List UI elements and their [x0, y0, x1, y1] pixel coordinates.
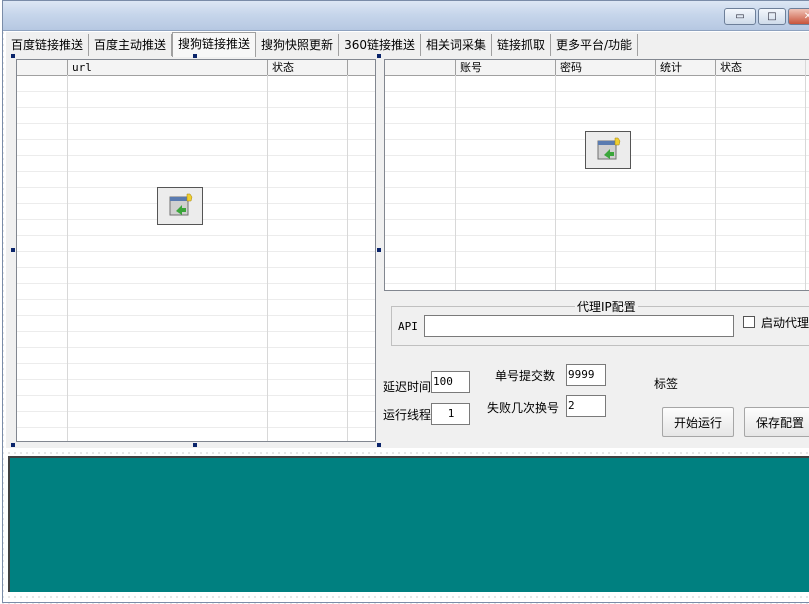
account-col-password[interactable]: 密码	[555, 60, 655, 75]
url-col-url[interactable]: url	[67, 60, 267, 75]
enable-proxy-checkbox[interactable]	[743, 316, 755, 328]
delay-label: 延迟时间	[383, 380, 432, 394]
api-input[interactable]	[424, 315, 734, 337]
proxy-group-title: 代理IP配置	[575, 298, 638, 315]
api-label: API	[398, 320, 418, 333]
url-col-status[interactable]: 状态	[267, 60, 347, 75]
tab-link-crawl[interactable]: 链接抓取	[492, 34, 551, 56]
per-account-label: 单号提交数	[495, 369, 556, 383]
maximize-icon: □	[767, 11, 777, 22]
close-icon: ✕	[803, 11, 809, 22]
per-account-input[interactable]: 9999	[566, 364, 606, 386]
save-config-button[interactable]: 保存配置	[744, 407, 809, 437]
threads-input[interactable]: 1	[431, 403, 470, 425]
minimize-button[interactable]: ▭	[724, 8, 756, 25]
start-run-button[interactable]: 开始运行	[662, 407, 734, 437]
account-col-status[interactable]: 状态	[715, 60, 805, 75]
enable-proxy-label[interactable]: 启动代理	[761, 314, 809, 331]
tab-strip: 百度链接推送 百度主动推送 搜狗链接推送 搜狗快照更新 360链接推送 相关词采…	[6, 32, 639, 57]
tab-360-link-push[interactable]: 360链接推送	[339, 34, 421, 56]
url-col-extra[interactable]	[347, 60, 375, 75]
url-col-index[interactable]	[17, 60, 67, 75]
fail-switch-label: 失败几次换号	[487, 401, 560, 415]
delay-input[interactable]: 100	[431, 371, 470, 393]
tab-baidu-active-push[interactable]: 百度主动推送	[89, 34, 173, 56]
tag-label: 标签	[654, 377, 679, 391]
threads-label: 运行线程	[383, 408, 432, 422]
account-list[interactable]: 账号 密码 统计 状态	[384, 59, 809, 291]
minimize-icon: ▭	[735, 11, 745, 22]
log-panel	[8, 456, 809, 592]
maximize-button[interactable]: □	[758, 8, 786, 25]
fail-switch-input[interactable]: 2	[566, 395, 606, 417]
tab-sogou-snapshot-update[interactable]: 搜狗快照更新	[256, 34, 340, 56]
title-bar[interactable]: ▭ □ ✕	[3, 1, 809, 31]
account-col-username[interactable]: 账号	[455, 60, 555, 75]
activex-placeholder-icon	[585, 131, 631, 169]
account-col-stats[interactable]: 统计	[655, 60, 715, 75]
close-button[interactable]: ✕	[788, 8, 809, 25]
activex-placeholder-icon	[157, 187, 203, 225]
account-col-index[interactable]	[385, 60, 455, 75]
url-list[interactable]: url 状态	[16, 59, 376, 442]
tab-more-platforms[interactable]: 更多平台/功能	[551, 34, 639, 56]
tab-sogou-link-push[interactable]: 搜狗链接推送	[172, 32, 257, 57]
tab-keyword-collect[interactable]: 相关词采集	[421, 34, 492, 56]
tab-baidu-link-push[interactable]: 百度链接推送	[6, 34, 90, 56]
